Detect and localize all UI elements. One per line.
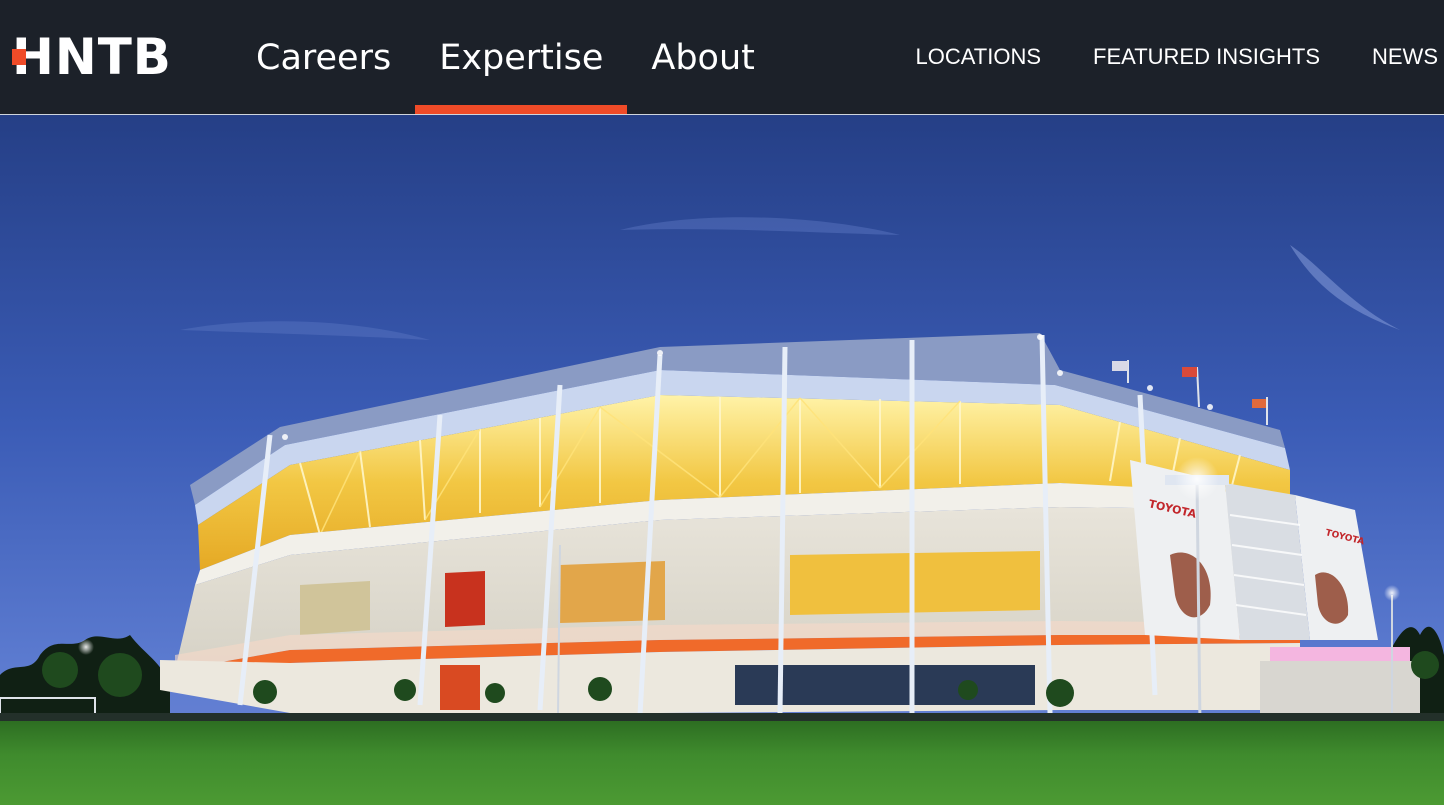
util-nav-news[interactable]: NEWS	[1372, 44, 1438, 70]
stadium-photo: TOYOTA TOYOTA	[0, 115, 1444, 805]
nav-expertise[interactable]: Expertise	[415, 0, 628, 114]
site-header: HNTB Careers Expertise About LOCATIONS F…	[0, 0, 1444, 115]
nav-careers-label: Careers	[256, 38, 392, 78]
logo-text: HNTB	[12, 28, 172, 86]
nav-about[interactable]: About	[627, 0, 778, 114]
util-nav-locations[interactable]: LOCATIONS	[916, 44, 1042, 70]
hero-image-stadium: TOYOTA TOYOTA	[0, 115, 1444, 805]
utility-nav: LOCATIONS FEATURED INSIGHTS NEWS	[864, 0, 1444, 114]
nav-careers[interactable]: Careers	[232, 0, 415, 114]
util-nav-featured-insights[interactable]: FEATURED INSIGHTS	[1093, 44, 1320, 70]
nav-expertise-label: Expertise	[439, 38, 604, 78]
main-nav: Careers Expertise About	[232, 0, 779, 114]
nav-about-label: About	[651, 38, 755, 78]
hntb-logo[interactable]: HNTB	[12, 32, 188, 82]
logo-accent-mark	[12, 49, 26, 65]
page: HNTB Careers Expertise About LOCATIONS F…	[0, 0, 1444, 805]
